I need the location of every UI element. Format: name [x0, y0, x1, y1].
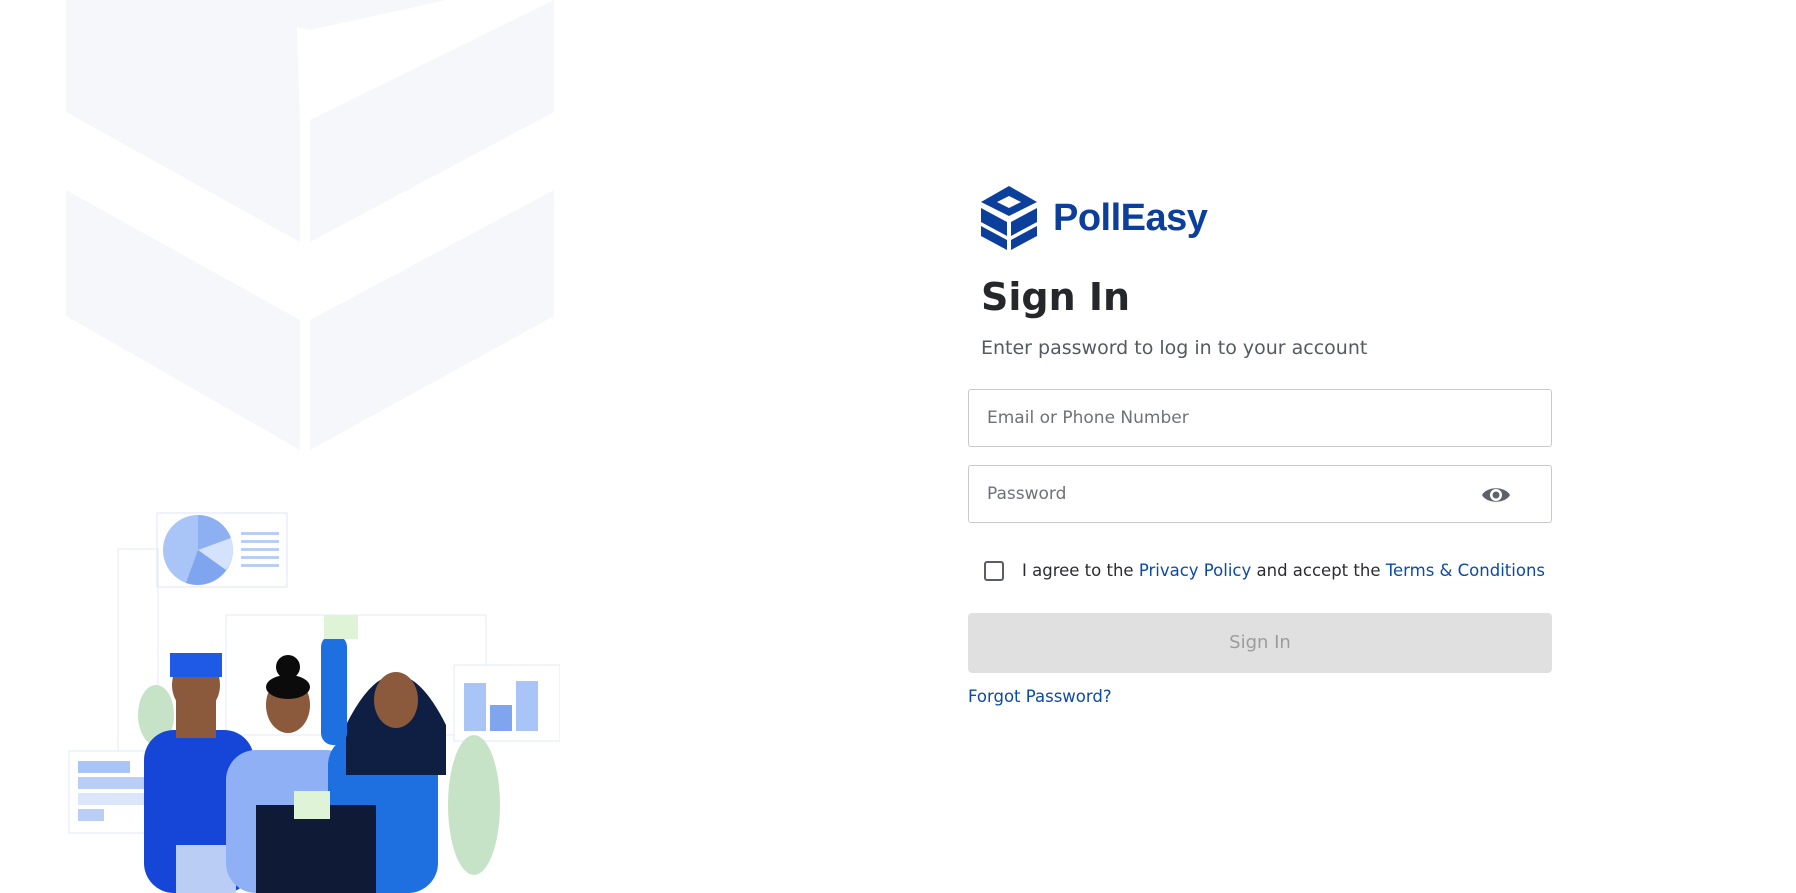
- background-cube-shape: [66, 0, 554, 450]
- forgot-password-link[interactable]: Forgot Password?: [968, 687, 1112, 706]
- eye-icon[interactable]: [1481, 484, 1511, 506]
- voters-illustration: [68, 512, 560, 893]
- left-illustration-panel: [0, 0, 560, 893]
- polleasy-logo-icon: [981, 186, 1037, 250]
- terms-conditions-link[interactable]: Terms & Conditions: [1386, 561, 1545, 580]
- password-field[interactable]: [969, 465, 1551, 522]
- page-title: Sign In: [981, 275, 1131, 319]
- brand-header: PollEasy: [981, 185, 1554, 251]
- terms-agreement: I agree to the Privacy Policy and accept…: [984, 560, 1554, 581]
- page-subtitle: Enter password to log in to your account: [981, 336, 1368, 359]
- brand-name: PollEasy: [1053, 196, 1208, 239]
- signin-button[interactable]: Sign In: [968, 612, 1552, 673]
- agree-checkbox[interactable]: [984, 560, 1004, 581]
- email-field-container: [968, 388, 1552, 447]
- privacy-policy-link[interactable]: Privacy Policy: [1139, 561, 1251, 580]
- signin-form: PollEasy Sign In Enter password to log i…: [968, 185, 1554, 706]
- password-field-container: [968, 464, 1552, 523]
- agree-middle: and accept the: [1251, 561, 1386, 581]
- agree-prefix: I agree to the: [1022, 561, 1139, 581]
- email-field[interactable]: [969, 389, 1551, 446]
